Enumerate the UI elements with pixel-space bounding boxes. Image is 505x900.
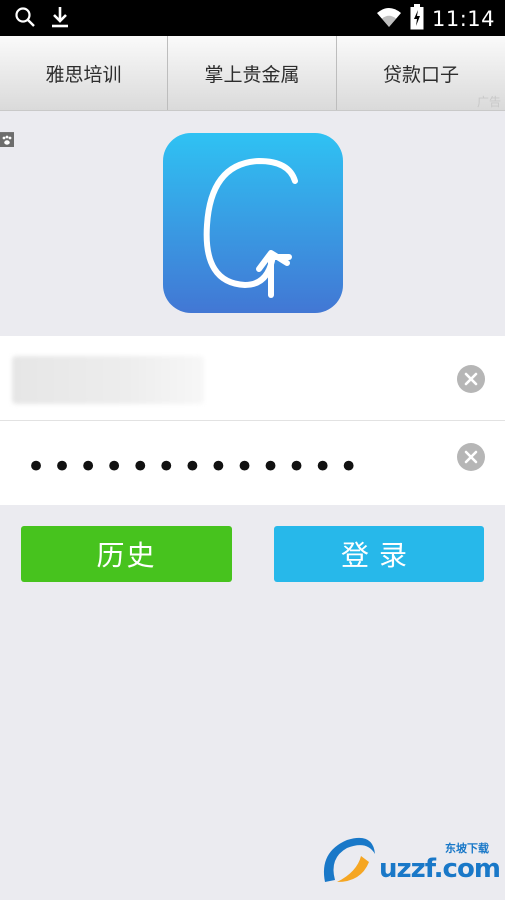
download-icon	[50, 6, 70, 32]
ad-item-ielts[interactable]: 雅思培训	[0, 36, 168, 110]
ad-item-precious-metals[interactable]: 掌上贵金属	[168, 36, 337, 110]
username-input[interactable]	[12, 356, 204, 404]
ad-provider-icon	[0, 132, 14, 147]
status-right-icons: 11:14	[376, 4, 495, 34]
clear-password-icon[interactable]	[457, 443, 485, 471]
status-left-icons	[14, 6, 70, 32]
username-field[interactable]	[0, 336, 505, 421]
battery-icon	[410, 4, 424, 34]
login-form: •••••••••••••	[0, 336, 505, 505]
status-bar: 11:14	[0, 0, 505, 36]
clock-time: 11:14	[431, 7, 495, 31]
clear-username-icon[interactable]	[457, 365, 485, 393]
history-button[interactable]: 历史	[21, 526, 232, 582]
ad-label: 广告	[476, 95, 501, 109]
watermark-text: uzzf.com	[379, 854, 501, 884]
g-arrow-icon	[203, 157, 298, 298]
wifi-icon	[376, 6, 402, 32]
password-input[interactable]: •••••••••••••	[26, 447, 365, 487]
ad-banner: 雅思培训 掌上贵金属 贷款口子 广告	[0, 36, 505, 147]
password-field[interactable]: •••••••••••••	[0, 421, 505, 505]
app-logo	[163, 133, 343, 313]
login-button[interactable]: 登录	[274, 526, 484, 582]
site-watermark: 东坡下载 uzzf.com	[317, 832, 501, 888]
search-icon	[14, 6, 36, 32]
watermark-logo-icon	[323, 837, 375, 882]
